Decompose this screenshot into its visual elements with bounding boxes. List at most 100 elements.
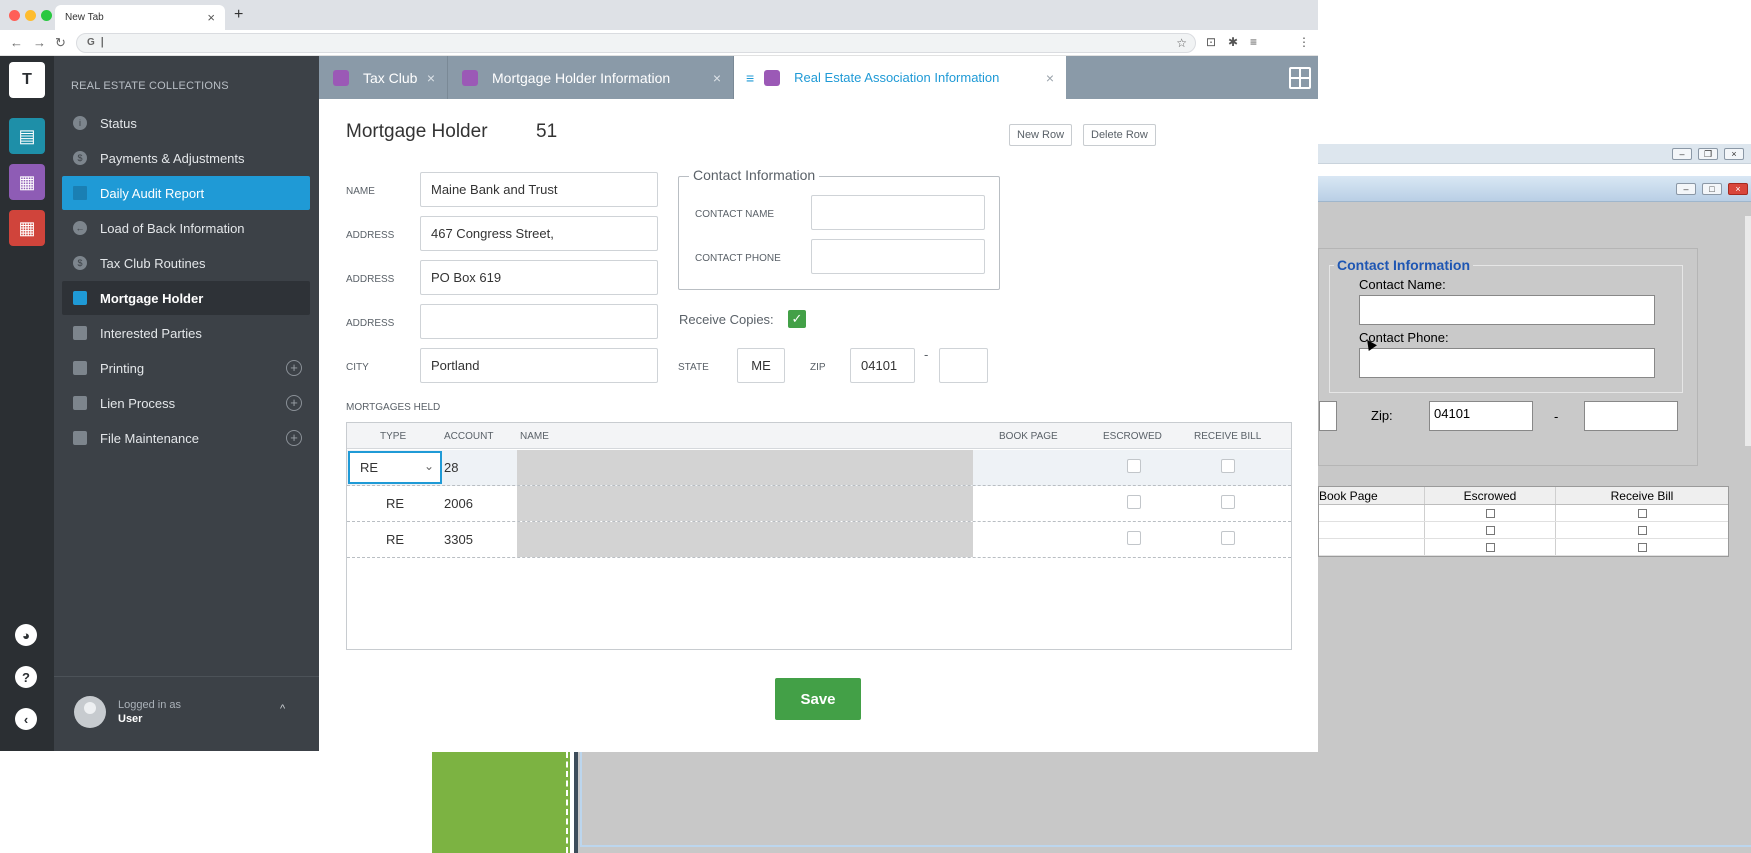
- help-icon[interactable]: ?: [15, 666, 37, 688]
- type-cell[interactable]: RE: [386, 496, 404, 511]
- escrowed-checkbox[interactable]: [1127, 495, 1141, 509]
- city-label: CITY: [346, 362, 369, 373]
- tab-close-icon[interactable]: ×: [1046, 70, 1054, 86]
- city-field[interactable]: Portland: [420, 348, 658, 383]
- legacy-table-row[interactable]: [1319, 505, 1728, 522]
- sidebar-item-tax-club[interactable]: $ Tax Club Routines: [62, 246, 310, 280]
- new-row-button[interactable]: New Row: [1009, 124, 1073, 146]
- legacy-scrollbar[interactable]: [1745, 216, 1751, 446]
- contact-phone-field[interactable]: [811, 239, 985, 274]
- zip-extension-field[interactable]: [939, 348, 988, 383]
- tab-tax-club[interactable]: Tax Club ×: [319, 56, 448, 99]
- legacy-contact-phone-input[interactable]: [1359, 348, 1655, 378]
- palette-icon[interactable]: ◕: [15, 624, 37, 646]
- maximize-window-icon[interactable]: [41, 10, 52, 21]
- legacy-outer-restore-button[interactable]: ❐: [1698, 148, 1718, 160]
- legacy-table-row[interactable]: [1319, 539, 1728, 556]
- new-tab-button[interactable]: +: [234, 6, 243, 24]
- escrowed-checkbox[interactable]: [1127, 531, 1141, 545]
- legacy-minimize-button[interactable]: –: [1676, 183, 1696, 195]
- calculator-icon[interactable]: ▦: [9, 210, 45, 246]
- puzzle-icon[interactable]: ✱: [1228, 35, 1238, 49]
- real-estate-icon[interactable]: ▦: [9, 164, 45, 200]
- address-bar-value: |: [100, 36, 104, 48]
- name-cell[interactable]: [517, 522, 973, 557]
- legacy-table-row[interactable]: [1319, 522, 1728, 539]
- legacy-escrowed-checkbox[interactable]: [1485, 525, 1495, 535]
- sidebar-item-printing[interactable]: Printing +: [62, 351, 310, 385]
- expand-plus-icon[interactable]: +: [286, 360, 302, 376]
- tab-close-icon[interactable]: ×: [427, 70, 435, 86]
- table-row[interactable]: RE 3305: [347, 522, 1291, 558]
- expand-plus-icon[interactable]: +: [286, 395, 302, 411]
- legacy-contact-name-input[interactable]: [1359, 295, 1655, 325]
- address-line2-field[interactable]: PO Box 619: [420, 260, 658, 295]
- address-bar[interactable]: G | ☆: [76, 33, 1196, 53]
- delete-row-button[interactable]: Delete Row: [1083, 124, 1156, 146]
- media-icon[interactable]: ≡: [1250, 35, 1257, 49]
- register-icon[interactable]: ▤: [9, 118, 45, 154]
- grid-view-icon[interactable]: [1289, 67, 1311, 89]
- sidebar-item-payments[interactable]: $ Payments & Adjustments: [62, 141, 310, 175]
- account-cell[interactable]: 28: [444, 460, 458, 475]
- legacy-receive-bill-checkbox[interactable]: [1637, 508, 1647, 518]
- browser-tab-close-icon[interactable]: ×: [207, 10, 215, 25]
- type-select[interactable]: RE ⌄: [348, 451, 442, 484]
- minimize-window-icon[interactable]: [25, 10, 36, 21]
- expand-plus-icon[interactable]: +: [286, 430, 302, 446]
- bookmark-star-icon[interactable]: ☆: [1176, 36, 1187, 50]
- sidebar-item-mortgage-holder[interactable]: Mortgage Holder: [62, 281, 310, 315]
- zip-field[interactable]: 04101: [850, 348, 915, 383]
- sidebar-item-interested-parties[interactable]: Interested Parties: [62, 316, 310, 350]
- legacy-outer-minimize-button[interactable]: –: [1672, 148, 1692, 160]
- extension-icon[interactable]: ⊡: [1206, 35, 1216, 49]
- back-icon[interactable]: ←: [10, 35, 23, 50]
- type-cell[interactable]: RE: [386, 532, 404, 547]
- tab-mortgage-holder-info[interactable]: Mortgage Holder Information ×: [448, 56, 734, 99]
- legacy-zip-input[interactable]: 04101: [1429, 401, 1533, 431]
- legacy-outer-close-button[interactable]: ×: [1724, 148, 1744, 160]
- receive-copies-checkbox[interactable]: ✓: [788, 310, 806, 328]
- legacy-escrowed-checkbox[interactable]: [1485, 508, 1495, 518]
- save-button[interactable]: Save: [775, 678, 861, 720]
- menu-icon[interactable]: ⋮: [1298, 35, 1310, 49]
- contact-name-field[interactable]: [811, 195, 985, 230]
- legacy-receive-bill-checkbox[interactable]: [1637, 542, 1647, 552]
- sidebar-item-daily-audit[interactable]: Daily Audit Report: [62, 176, 310, 210]
- name-field[interactable]: Maine Bank and Trust: [420, 172, 658, 207]
- account-cell[interactable]: 2006: [444, 496, 473, 511]
- hamburger-icon[interactable]: ≡: [746, 70, 754, 86]
- forward-icon[interactable]: →: [33, 35, 46, 50]
- tab-close-icon[interactable]: ×: [713, 70, 721, 86]
- receive-bill-checkbox[interactable]: [1221, 495, 1235, 509]
- table-row[interactable]: RE 2006: [347, 486, 1291, 522]
- receive-bill-checkbox[interactable]: [1221, 531, 1235, 545]
- account-cell[interactable]: 3305: [444, 532, 473, 547]
- sidebar-item-status[interactable]: i Status: [62, 106, 310, 140]
- user-menu[interactable]: Logged in as User ^: [54, 676, 319, 751]
- tab-real-estate-association[interactable]: ≡ Real Estate Association Information ×: [734, 56, 1066, 99]
- sidebar-item-load-back-info[interactable]: ← Load of Back Information: [62, 211, 310, 245]
- receive-bill-checkbox[interactable]: [1221, 459, 1235, 473]
- app-logo[interactable]: T: [9, 62, 45, 98]
- table-row[interactable]: RE ⌄ 28: [347, 450, 1291, 486]
- name-cell[interactable]: [517, 450, 973, 485]
- chevron-up-icon[interactable]: ^: [280, 703, 285, 715]
- address-line1-field[interactable]: 467 Congress Street,: [420, 216, 658, 251]
- state-field[interactable]: ME: [737, 348, 785, 383]
- address-line3-field[interactable]: [420, 304, 658, 339]
- legacy-close-button[interactable]: ×: [1728, 183, 1748, 195]
- legacy-zip-ext-input[interactable]: [1584, 401, 1678, 431]
- reload-icon[interactable]: ↻: [55, 35, 66, 51]
- collapse-icon[interactable]: ‹: [15, 708, 37, 730]
- legacy-maximize-button[interactable]: □: [1702, 183, 1722, 195]
- legacy-state-input[interactable]: [1319, 401, 1337, 431]
- sidebar-item-file-maintenance[interactable]: File Maintenance +: [62, 421, 310, 455]
- name-cell[interactable]: [517, 486, 973, 521]
- escrowed-checkbox[interactable]: [1127, 459, 1141, 473]
- close-window-icon[interactable]: [9, 10, 20, 21]
- legacy-receive-bill-checkbox[interactable]: [1637, 525, 1647, 535]
- legacy-escrowed-checkbox[interactable]: [1485, 542, 1495, 552]
- browser-tab[interactable]: New Tab ×: [55, 5, 225, 30]
- sidebar-item-lien-process[interactable]: Lien Process +: [62, 386, 310, 420]
